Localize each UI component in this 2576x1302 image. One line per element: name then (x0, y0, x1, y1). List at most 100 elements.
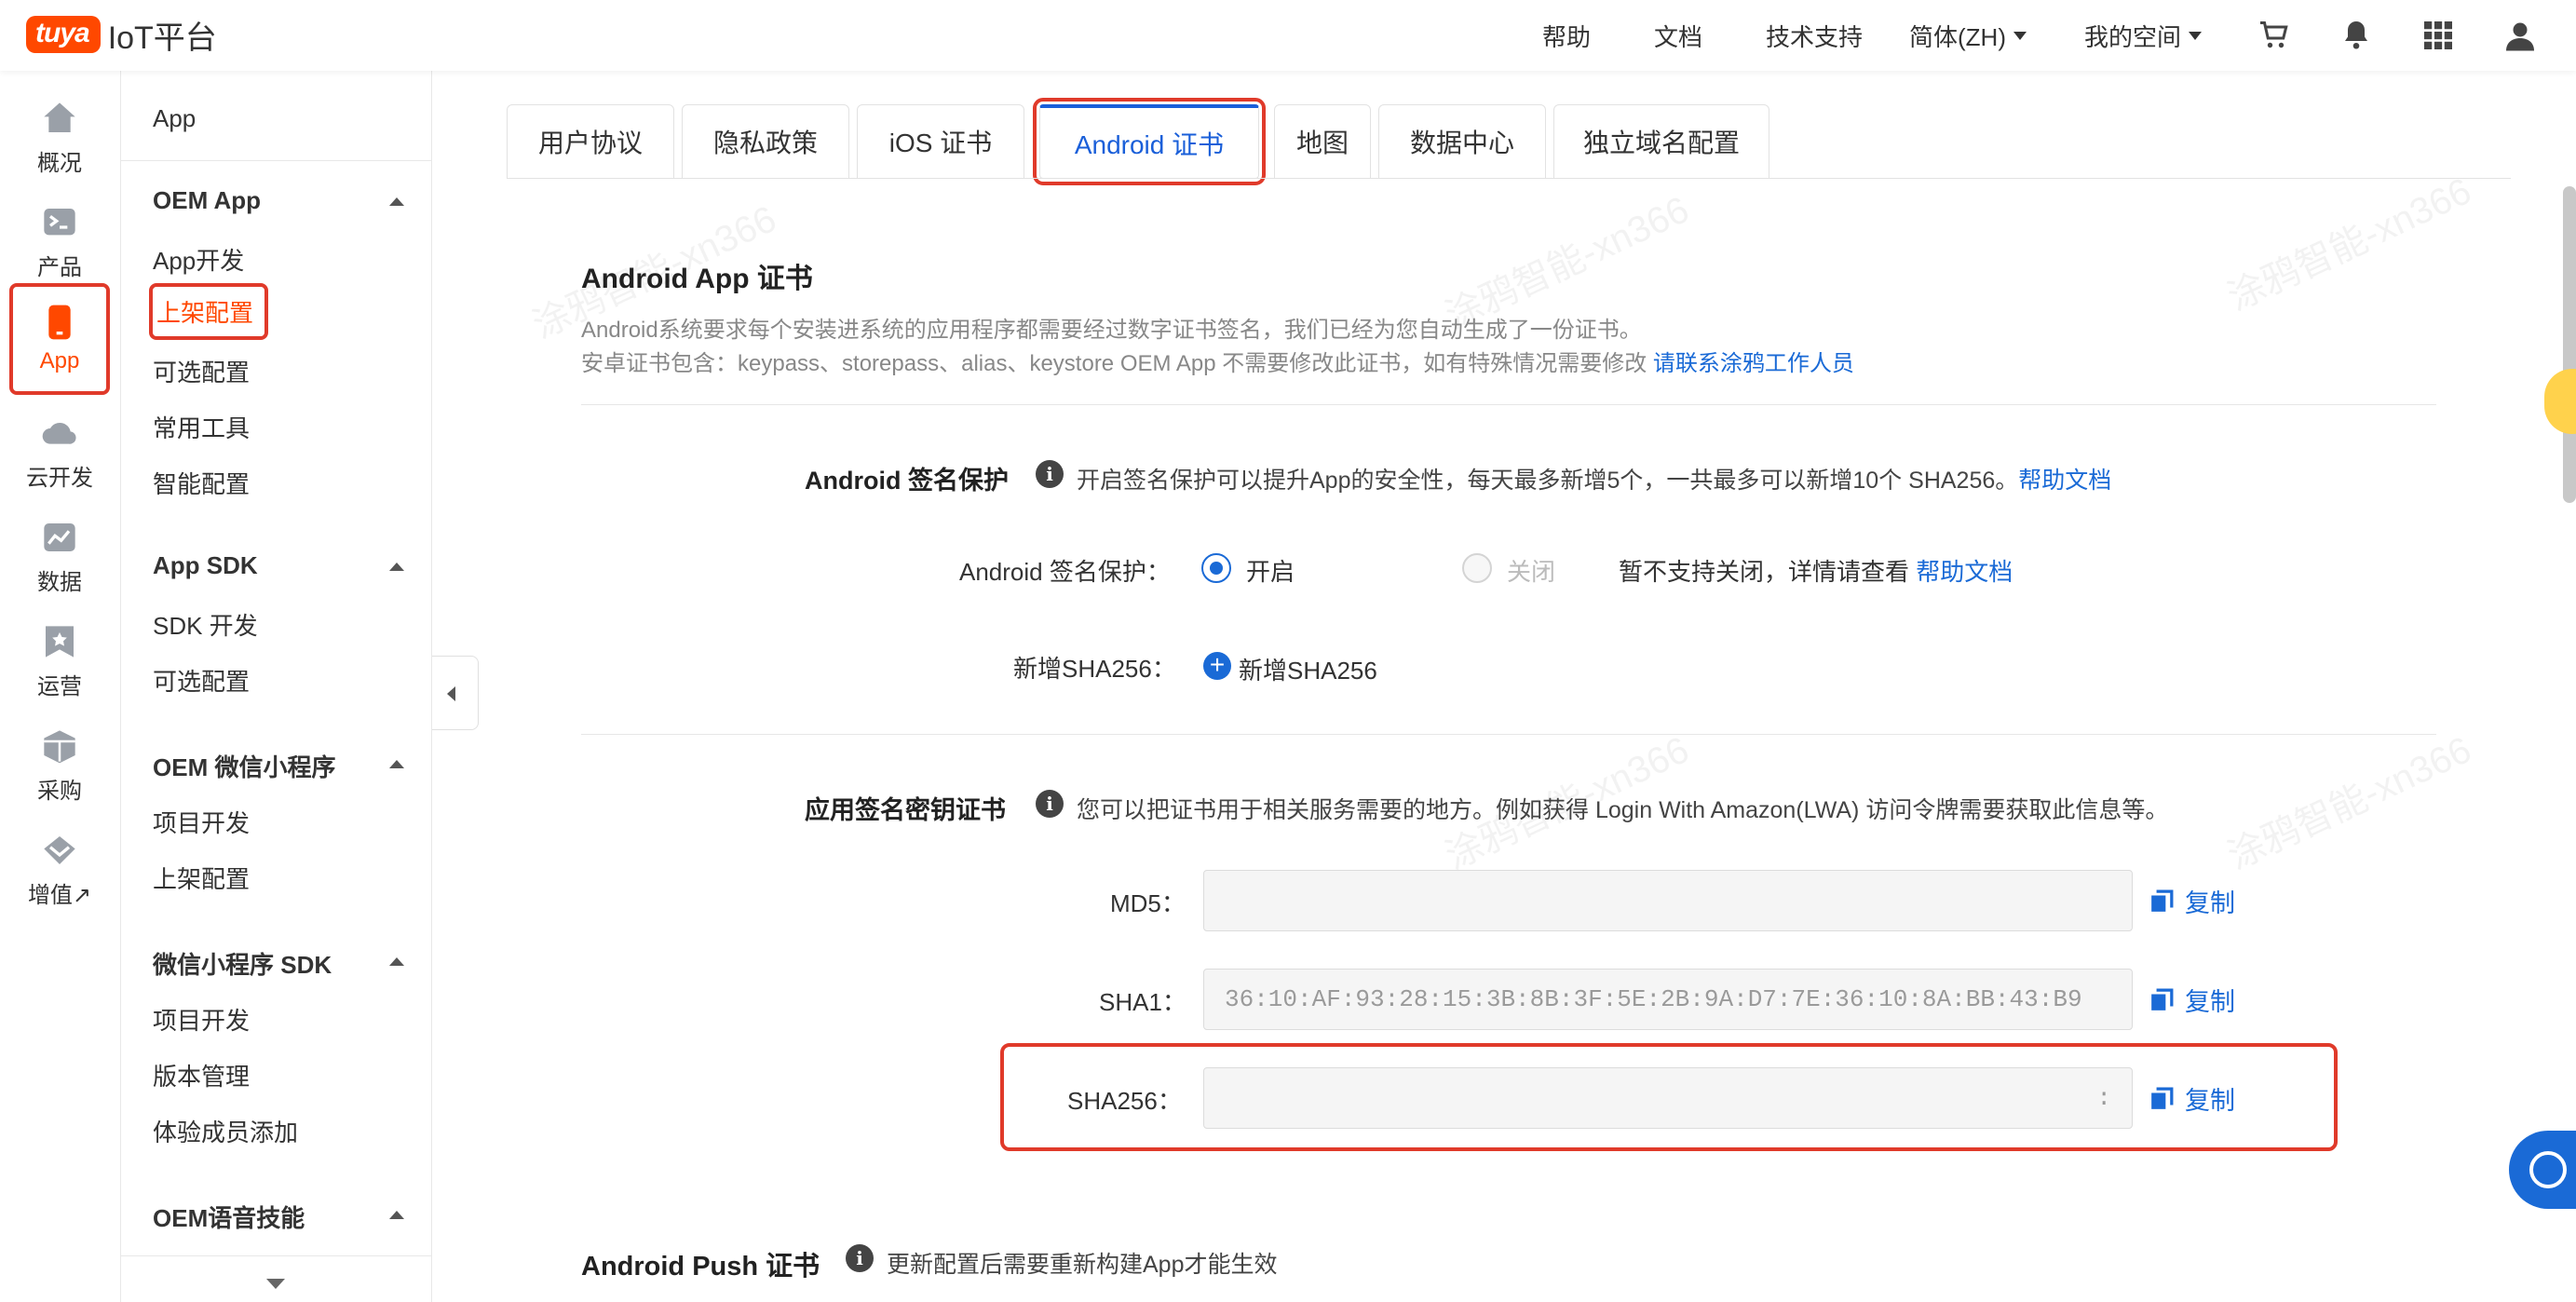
add-sha256-button[interactable]: 新增SHA256 (1239, 652, 1377, 686)
group-wechat-sdk[interactable]: 微信小程序 SDK (153, 946, 404, 981)
sidebar-collapse-button[interactable] (432, 656, 479, 730)
sidebar-item-sdk-dev[interactable]: SDK 开发 (153, 607, 258, 642)
space-menu[interactable]: 我的空间 (2084, 0, 2203, 71)
group-title: OEM语音技能 (153, 1204, 305, 1232)
help-doc-link[interactable]: 帮助文档 (2018, 468, 2111, 494)
sidebar-item-smart-config[interactable]: 智能配置 (153, 466, 250, 500)
nav-docs[interactable]: 文档 (1654, 0, 1702, 71)
home-icon (44, 102, 75, 132)
tab-data-center[interactable]: 数据中心 (1378, 104, 1546, 179)
copy-sha256-button[interactable]: 复制 (2149, 1080, 2235, 1117)
divider (581, 734, 2436, 735)
bell-icon[interactable] (2339, 19, 2373, 52)
rail-label: 产品 (37, 254, 82, 280)
rail-label: 概况 (37, 150, 82, 176)
sidebar-item-wechat-project[interactable]: 项目开发 (153, 805, 250, 839)
page-scrollbar[interactable] (2563, 186, 2576, 503)
terminal-icon (44, 208, 75, 235)
rail-data[interactable]: 数据 (9, 510, 110, 604)
push-cert-heading: Android Push 证书 (581, 1252, 820, 1282)
copy-icon (2151, 1087, 2174, 1109)
nav-support[interactable]: 技术支持 (1766, 0, 1863, 71)
rail-product[interactable]: 产品 (9, 196, 110, 289)
section-title-android-cert: Android App 证书 (581, 264, 813, 294)
group-title: OEM 微信小程序 (153, 753, 336, 781)
phone-icon (48, 305, 71, 340)
help-doc-link[interactable]: 帮助文档 (1916, 558, 2013, 586)
group-title: 微信小程序 SDK (153, 951, 332, 979)
chevron-down-icon (2189, 31, 2203, 40)
settings-tabs: 用户协议 隐私政策 iOS 证书 Android 证书 地图 数据中心 独立域名… (507, 98, 1777, 185)
radio-enable-label: 开启 (1246, 558, 1295, 586)
sidebar-item-mini-project[interactable]: 项目开发 (153, 1002, 250, 1037)
group-title: App SDK (153, 551, 258, 579)
sidebar-item-optional-config[interactable]: 可选配置 (153, 354, 250, 388)
tab-map[interactable]: 地图 (1274, 104, 1371, 179)
chat-support-button[interactable] (2509, 1131, 2576, 1209)
tab-user-agreement[interactable]: 用户协议 (507, 104, 674, 179)
radio-disable-label: 关闭 (1507, 558, 1556, 586)
cert-description: Android系统要求每个安装进系统的应用程序都需要经过数字证书签名，我们已经为… (581, 318, 1642, 343)
rail-purchase[interactable]: 采购 (9, 719, 110, 812)
watermark: 涂鸦智能-xn366 (2221, 170, 2478, 319)
rail-value-added[interactable]: 增值↗ (9, 823, 110, 916)
user-avatar-icon[interactable] (2503, 19, 2537, 52)
cart-icon[interactable] (2257, 19, 2291, 52)
group-oem-wechat[interactable]: OEM 微信小程序 (153, 749, 404, 783)
space-label: 我的空间 (2084, 22, 2182, 51)
sidebar-item-wechat-release[interactable]: 上架配置 (153, 861, 250, 895)
disable-note: 暂不支持关闭，详情请查看 帮助文档 (1619, 553, 2013, 588)
copy-label: 复制 (2185, 988, 2235, 1016)
info-icon: i (1036, 460, 1064, 488)
copy-md5-button[interactable]: 复制 (2149, 883, 2235, 919)
md5-field[interactable] (1203, 870, 2133, 931)
add-sha256-label: 新增SHA256： (1013, 655, 1176, 683)
diamond-icon (44, 835, 75, 864)
tab-android-cert[interactable]: Android 证书 (1033, 98, 1266, 185)
disable-note-text: 暂不支持关闭，详情请查看 (1619, 558, 1917, 586)
contact-staff-link[interactable]: 请联系涂鸦工作人员 (1653, 351, 1854, 376)
group-app-sdk[interactable]: App SDK (153, 551, 404, 580)
sidebar-item-version-manage[interactable]: 版本管理 (153, 1058, 250, 1092)
main-nav-rail: 概况 产品 App 云开发 数据 运营 采购 增值↗ (0, 71, 121, 1302)
copy-sha1-button[interactable]: 复制 (2149, 982, 2235, 1018)
sidebar-item-release-config[interactable]: 上架配置 (149, 283, 269, 340)
radio-enable[interactable] (1201, 553, 1231, 583)
sidebar-item-app-dev[interactable]: App开发 (153, 242, 244, 277)
tab-privacy-policy[interactable]: 隐私政策 (682, 104, 849, 179)
language-label: 简体(ZH) (1909, 22, 2006, 51)
info-icon: i (846, 1244, 874, 1272)
chevron-down-icon (2013, 31, 2027, 40)
sidebar-item-common-tools[interactable]: 常用工具 (153, 410, 250, 444)
rail-operations[interactable]: 运营 (9, 615, 110, 708)
rail-app[interactable]: App (9, 283, 110, 395)
apps-grid-icon[interactable] (2421, 19, 2455, 52)
chart-icon (44, 522, 75, 551)
rail-label: 运营 (37, 673, 82, 699)
group-title: OEM App (153, 186, 262, 214)
chevron-up-icon (389, 1211, 404, 1219)
sha1-label: SHA1： (1099, 988, 1186, 1016)
tuya-logo: tuya (26, 16, 101, 53)
divider (121, 1255, 432, 1256)
top-bar: tuya IoT平台 帮助 文档 技术支持 简体(ZH) 我的空间 (0, 0, 2576, 71)
plus-circle-icon[interactable]: + (1203, 652, 1231, 680)
tab-ios-cert[interactable]: iOS 证书 (857, 104, 1024, 179)
sidebar-item-sdk-optional[interactable]: 可选配置 (153, 663, 250, 698)
group-oem-voice[interactable]: OEM语音技能 (153, 1200, 404, 1234)
rail-overview[interactable]: 概况 (9, 91, 110, 184)
sha1-field[interactable]: 36:10:AF:93:28:15:3B:8B:3F:5E:2B:9A:D7:7… (1203, 969, 2133, 1030)
nav-help[interactable]: 帮助 (1542, 0, 1591, 71)
watermark: 涂鸦智能-xn366 (2221, 729, 2478, 878)
language-select[interactable]: 简体(ZH) (1909, 0, 2027, 71)
rail-cloud-dev[interactable]: 云开发 (9, 406, 110, 499)
group-oem-app[interactable]: OEM App (153, 186, 404, 215)
mascot-icon[interactable] (2544, 369, 2576, 434)
sha256-field[interactable]: : (1203, 1067, 2133, 1129)
tab-underline (507, 178, 2511, 179)
tab-custom-domain[interactable]: 独立域名配置 (1553, 104, 1769, 179)
scroll-down-icon[interactable] (266, 1279, 285, 1289)
chevron-up-icon (389, 760, 404, 768)
sidebar-item-tester-add[interactable]: 体验成员添加 (153, 1114, 298, 1148)
logo[interactable]: tuya IoT平台 (26, 13, 217, 56)
